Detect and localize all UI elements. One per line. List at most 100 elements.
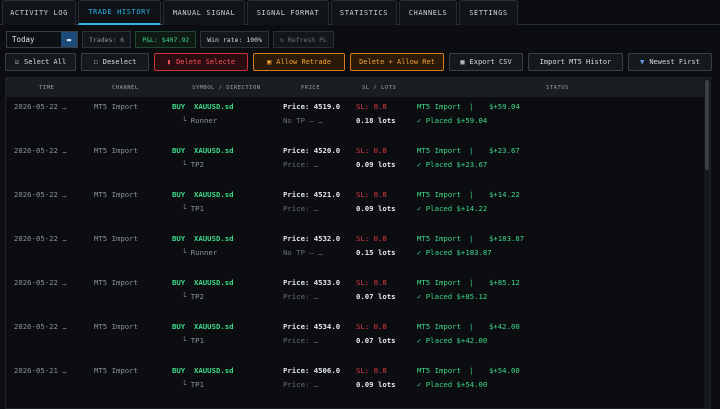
trade-time: 2026-05-21 … bbox=[14, 366, 67, 375]
trade-direction: BUY bbox=[172, 146, 186, 155]
select-all-button[interactable]: ☑ Select All bbox=[5, 53, 76, 71]
trade-status-separator: | bbox=[469, 366, 474, 375]
tab-trade-history[interactable]: TRADE HISTORY bbox=[78, 0, 161, 25]
pnl-badge: P&L: $407.92 bbox=[135, 31, 197, 48]
trade-target-label: └ TP2 bbox=[182, 160, 204, 169]
table-row[interactable]: 2026-05-22 … MT5 Import BUY XAUUSD.sd Price:… bbox=[6, 146, 706, 190]
vertical-scrollbar[interactable] bbox=[704, 78, 710, 408]
trade-target-price: Price: … bbox=[283, 204, 319, 213]
tab-settings[interactable]: SETTINGS bbox=[459, 0, 518, 25]
trade-price: Price: 4534.0 bbox=[283, 322, 341, 331]
table-row[interactable]: 2026-05-22 … MT5 Import BUY XAUUSD.sd Price:… bbox=[6, 322, 706, 366]
trade-status-pl: $+42.00 bbox=[489, 322, 520, 331]
select-all-label: Select All bbox=[24, 58, 67, 66]
table-row[interactable]: 2026-05-22 … MT5 Import BUY XAUUSD.sd Price:… bbox=[6, 278, 706, 322]
trade-status-separator: | bbox=[469, 322, 474, 331]
trade-lots: 0.07 lots bbox=[356, 336, 396, 345]
trade-status-pl: $+183.87 bbox=[489, 234, 525, 243]
action-bar: ☑ Select All ☐ Deselect ▮ Delete Selecte… bbox=[5, 53, 712, 71]
trade-symbol: XAUUSD.sd bbox=[194, 278, 234, 287]
trade-price: Price: 4519.0 bbox=[283, 102, 341, 111]
import-mt5-history-label: Import MT5 Histor bbox=[539, 58, 612, 66]
trade-time: 2026-05-22 … bbox=[14, 190, 67, 199]
trade-channel: MT5 Import bbox=[94, 102, 138, 111]
trade-target-label: └ TP1 bbox=[182, 204, 204, 213]
tab-statistics[interactable]: STATISTICS bbox=[331, 0, 397, 25]
table-row[interactable]: 2026-05-22 … MT5 Import BUY XAUUSD.sd Price:… bbox=[6, 102, 706, 146]
column-header-time[interactable]: TIME bbox=[39, 85, 54, 91]
column-header-price[interactable]: PRICE bbox=[301, 85, 320, 91]
trade-target-price: Price: … bbox=[283, 336, 319, 345]
trade-placed-status: ✓ Placed $+42.00 bbox=[417, 336, 488, 345]
trade-stop-loss: SL: 0.0 bbox=[356, 102, 387, 111]
trade-status-source: MT5 Import bbox=[417, 146, 461, 155]
trade-channel: MT5 Import bbox=[94, 322, 138, 331]
delete-selected-button[interactable]: ▮ Delete Selecte bbox=[154, 53, 248, 71]
trade-lots: 0.07 lots bbox=[356, 292, 396, 301]
delete-allow-retrade-button[interactable]: Delete + Allow Ret bbox=[350, 53, 444, 71]
trade-channel: MT5 Import bbox=[94, 146, 138, 155]
trade-stop-loss: SL: 0.0 bbox=[356, 190, 387, 199]
refresh-pl-button[interactable]: ↻ Refresh PL bbox=[273, 31, 334, 48]
trade-stop-loss: SL: 0.0 bbox=[356, 146, 387, 155]
trade-status-pl: $+85.12 bbox=[489, 278, 520, 287]
allow-retrade-label: Allow Retrade bbox=[276, 58, 331, 66]
trade-price: Price: 4533.0 bbox=[283, 278, 341, 287]
tab-channels[interactable]: CHANNELS bbox=[399, 0, 457, 25]
trade-target-label: └ TP1 bbox=[182, 336, 204, 345]
checkbox-checked-icon: ☑ bbox=[14, 58, 20, 66]
scrollbar-thumb[interactable] bbox=[705, 80, 709, 170]
trade-time: 2026-05-22 … bbox=[14, 322, 67, 331]
column-header-status[interactable]: STATUS bbox=[546, 85, 569, 91]
sort-newest-first-button[interactable]: ▼ Newest First bbox=[628, 53, 712, 71]
unlock-icon: ▣ bbox=[266, 58, 272, 66]
win-rate-badge: Win rate: 100% bbox=[200, 31, 269, 48]
trade-price: Price: 4532.0 bbox=[283, 234, 341, 243]
trade-channel: MT5 Import bbox=[94, 278, 138, 287]
trade-direction: BUY bbox=[172, 190, 186, 199]
column-header-sl-lots[interactable]: SL / LOTS bbox=[362, 85, 396, 91]
trade-target-price: Price: … bbox=[283, 292, 319, 301]
trade-placed-status: ✓ Placed $+85.12 bbox=[417, 292, 488, 301]
trade-direction: BUY bbox=[172, 322, 186, 331]
trade-symbol: XAUUSD.sd bbox=[194, 234, 234, 243]
export-csv-button[interactable]: ▦ Export CSV bbox=[449, 53, 523, 71]
trade-direction: BUY bbox=[172, 278, 186, 287]
trade-symbol: XAUUSD.sd bbox=[194, 322, 234, 331]
dropdown-icon[interactable]: ▬ bbox=[61, 32, 77, 47]
trade-symbol: XAUUSD.sd bbox=[194, 366, 234, 375]
trade-channel: MT5 Import bbox=[94, 190, 138, 199]
column-header-channel[interactable]: CHANNEL bbox=[112, 85, 139, 91]
import-mt5-history-button[interactable]: Import MT5 Histor bbox=[528, 53, 623, 71]
table-row[interactable]: 2026-05-21 … MT5 Import BUY XAUUSD.sd Price:… bbox=[6, 366, 706, 408]
trade-status-pl: $+14.22 bbox=[489, 190, 520, 199]
trade-status-source: MT5 Import bbox=[417, 278, 461, 287]
trade-lots: 0.09 lots bbox=[356, 160, 396, 169]
column-header-symbol[interactable]: SYMBOL / DIRECTION bbox=[192, 85, 261, 91]
trade-symbol: XAUUSD.sd bbox=[194, 190, 234, 199]
table-row[interactable]: 2026-05-22 … MT5 Import BUY XAUUSD.sd Price:… bbox=[6, 190, 706, 234]
trade-status-separator: | bbox=[469, 146, 474, 155]
trade-target-price: Price: … bbox=[283, 160, 319, 169]
deselect-button[interactable]: ☐ Deselect bbox=[81, 53, 149, 71]
period-select[interactable]: Today ▬ bbox=[6, 31, 78, 48]
trade-time: 2026-05-22 … bbox=[14, 234, 67, 243]
trade-placed-status: ✓ Placed $+59.04 bbox=[417, 116, 488, 125]
tab-signal-format[interactable]: SIGNAL FORMAT bbox=[247, 0, 329, 25]
allow-retrade-button[interactable]: ▣ Allow Retrade bbox=[253, 53, 345, 71]
trade-channel: MT5 Import bbox=[94, 366, 138, 375]
tab-manual-signal[interactable]: MANUAL SIGNAL bbox=[163, 0, 245, 25]
deselect-label: Deselect bbox=[102, 58, 137, 66]
table-row[interactable]: 2026-05-22 … MT5 Import BUY XAUUSD.sd Price:… bbox=[6, 234, 706, 278]
trade-stop-loss: SL: 0.0 bbox=[356, 322, 387, 331]
trash-icon: ▮ bbox=[166, 58, 172, 66]
trade-status-separator: | bbox=[469, 234, 474, 243]
checkbox-empty-icon: ☐ bbox=[93, 58, 98, 66]
trade-stop-loss: SL: 0.0 bbox=[356, 278, 387, 287]
tab-activity-log[interactable]: ACTIVITY LOG bbox=[2, 0, 76, 25]
trade-time: 2026-05-22 … bbox=[14, 278, 67, 287]
trade-status-source: MT5 Import bbox=[417, 190, 461, 199]
trade-direction: BUY bbox=[172, 102, 186, 111]
trade-stop-loss: SL: 0.0 bbox=[356, 234, 387, 243]
trade-direction: BUY bbox=[172, 234, 186, 243]
